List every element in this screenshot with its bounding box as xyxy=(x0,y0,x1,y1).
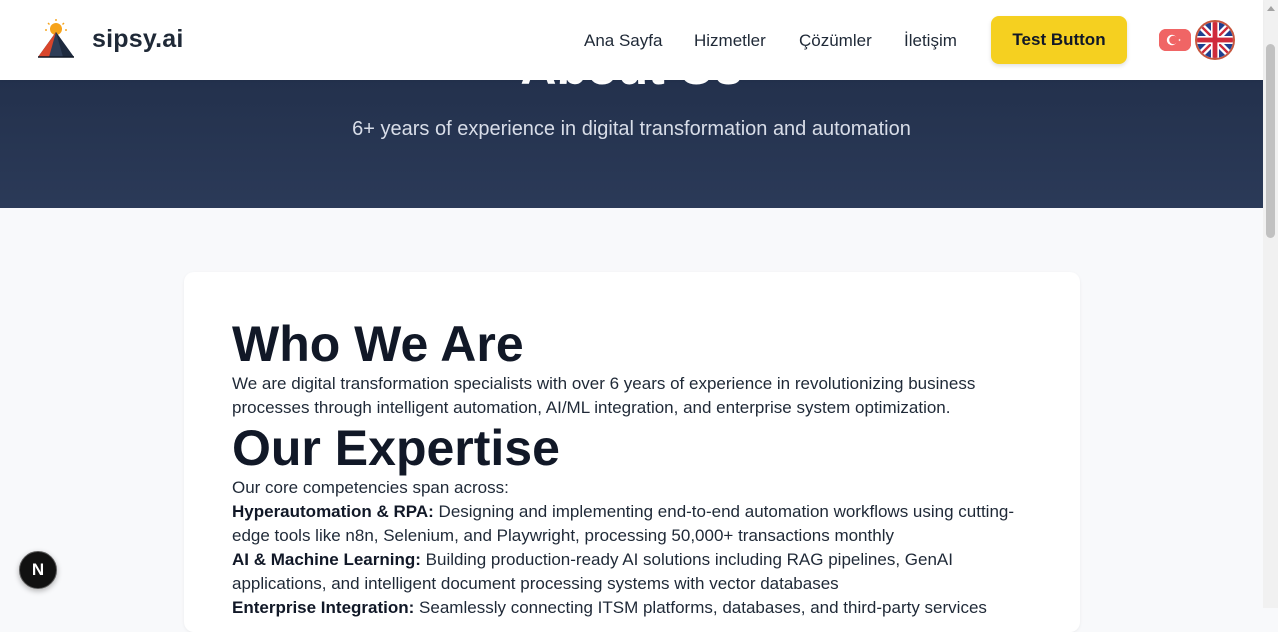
nav-link-contact[interactable]: İletişim xyxy=(904,31,957,51)
turkey-flag-icon[interactable] xyxy=(1159,29,1191,51)
expertise-item-title: AI & Machine Learning: xyxy=(232,550,421,569)
scrollbar-thumb[interactable] xyxy=(1266,44,1275,238)
site-header: sipsy.ai Ana Sayfa Hizmetler Çözümler İl… xyxy=(0,0,1263,80)
nav-link-services[interactable]: Hizmetler xyxy=(694,31,766,51)
who-we-are-text: We are digital transformation specialist… xyxy=(232,374,976,417)
about-card: Who We Are We are digital transformation… xyxy=(184,272,1080,632)
about-content: Who We Are We are digital transformation… xyxy=(232,316,1032,620)
page-scrollbar[interactable] xyxy=(1263,0,1278,608)
expertise-intro: Our core competencies span across: xyxy=(232,478,509,497)
expertise-heading: Our Expertise xyxy=(232,420,560,476)
who-we-are-heading: Who We Are xyxy=(232,316,524,372)
scroll-up-arrow-icon[interactable] xyxy=(1267,6,1275,11)
expertise-item: Hyperautomation & RPA: Designing and imp… xyxy=(232,500,1032,548)
hero-subtitle: 6+ years of experience in digital transf… xyxy=(352,118,911,140)
expertise-item: Enterprise Integration: Seamlessly conne… xyxy=(232,596,1032,620)
uk-flag-icon[interactable] xyxy=(1195,20,1235,60)
expertise-item-title: Hyperautomation & RPA: xyxy=(232,502,434,521)
nav-link-solutions[interactable]: Çözümler xyxy=(799,31,872,51)
brand-name[interactable]: sipsy.ai xyxy=(92,25,183,54)
test-button[interactable]: Test Button xyxy=(991,16,1127,64)
nextjs-dev-badge[interactable]: N xyxy=(19,551,57,589)
pyramid-sun-icon[interactable] xyxy=(36,19,76,59)
expertise-item: AI & Machine Learning: Building producti… xyxy=(232,548,1032,596)
nav-link-home[interactable]: Ana Sayfa xyxy=(584,31,662,51)
